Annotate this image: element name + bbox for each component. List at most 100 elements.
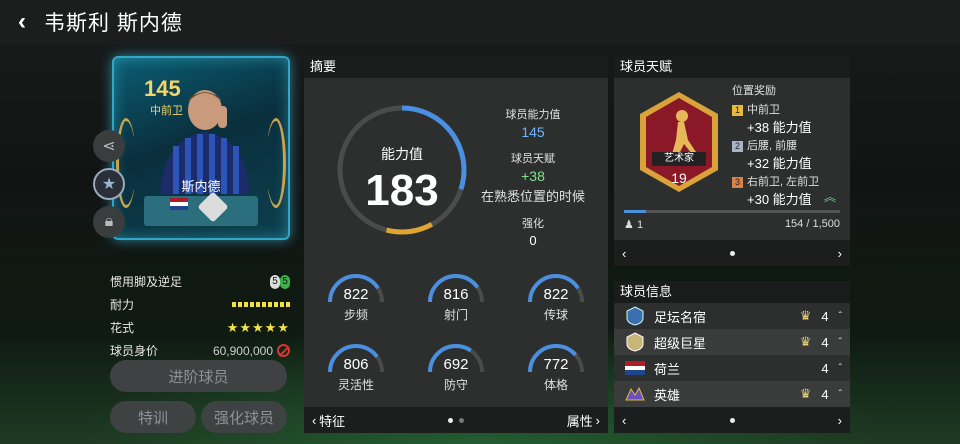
features-tab[interactable]: 特征 [319, 411, 345, 430]
stat-value: 822 [343, 286, 369, 303]
stat-label: 灵活性 [337, 378, 374, 392]
stat-label: 体格 [543, 378, 568, 392]
chevron-up-icon: ˆ [838, 388, 842, 400]
bonus-header: 位置奖励 [732, 85, 776, 97]
value-label: 球员身价 [110, 344, 159, 358]
lock-button[interactable]: 🔒︎ [93, 206, 125, 238]
talent-badge-level: 19 [671, 170, 687, 186]
info-row-count: 4 [821, 386, 829, 402]
advance-player-button[interactable]: 进阶球员 [110, 360, 287, 392]
favorite-button[interactable]: ★ [93, 168, 125, 200]
page-title: 韦斯利 斯内德 [44, 12, 183, 35]
like-count-value: 1 [636, 219, 644, 231]
stamina-bars [232, 302, 290, 307]
bonus-positions: 右前卫, 左前卫 [747, 176, 820, 188]
train-button[interactable]: 特训 [110, 401, 196, 433]
stamina-row: 耐力 [110, 293, 290, 316]
stat-gauge: 806 灵活性 [326, 340, 386, 396]
share-button[interactable]: ⋖ [93, 130, 125, 162]
stat-label: 射门 [443, 308, 468, 322]
stat-label: 防守 [443, 378, 468, 392]
prev-page-arrow[interactable]: ‹ [312, 413, 316, 428]
talent-label: 球员天赋 [511, 153, 555, 165]
enhance-value: 0 [529, 233, 537, 248]
talent-progress-text: 154 / 1,500 [784, 218, 840, 230]
enhance-label: 强化 [522, 218, 544, 230]
page-indicator [729, 417, 735, 423]
summary-panel: 摘要 能力值 183 球员能力值 145 球员天赋 +38 在熟悉位置的时候 强… [304, 56, 608, 433]
bonus-positions: 后腰, 前腰 [747, 140, 798, 152]
back-button[interactable]: ‹ [0, 0, 44, 44]
info-row-superstar[interactable]: 超级巨星 ♛ 4 ˆ [614, 329, 850, 355]
page-indicator [729, 250, 735, 256]
talent-title: 球员天赋 [614, 56, 850, 78]
card-position: 中前卫 [150, 105, 183, 117]
stat-value: 822 [543, 286, 569, 303]
info-row-label: 荷兰 [654, 361, 681, 377]
enhance-player-button[interactable]: 强化球员 [201, 401, 287, 433]
chevron-up-icon: ˆ [838, 336, 842, 348]
next-page-arrow[interactable]: › [596, 413, 600, 428]
superstar-icon [624, 331, 646, 353]
attributes-tab[interactable]: 属性 [567, 411, 593, 430]
strong-foot-value: 5 [270, 274, 280, 289]
info-row-count: 4 [821, 360, 829, 376]
skill-label: 花式 [110, 321, 135, 335]
prev-page-arrow[interactable]: ‹ [622, 413, 626, 428]
crown-icon: ♛ [799, 334, 812, 349]
stat-gauge: 816 射门 [426, 270, 486, 326]
stat-gauge: 822 步频 [326, 270, 386, 326]
info-row-label: 超级巨星 [654, 335, 707, 351]
value-row: 球员身价 60,900,000 [110, 339, 290, 362]
star-icon: ★ [101, 176, 117, 193]
foot-badge: 5 5 [270, 274, 290, 289]
foot-row: 惯用脚及逆足 5 5 [110, 270, 290, 293]
person-icon: ♟ [624, 219, 634, 231]
info-row-hero[interactable]: 英雄 ♛ 4 ˆ [614, 381, 850, 407]
summary-title: 摘要 [304, 56, 608, 78]
stat-gauge: 692 防守 [426, 340, 486, 396]
talent-note: 在熟悉位置的时候 [480, 189, 585, 204]
info-row-count: 4 [821, 334, 829, 350]
info-row-legend[interactable]: 足坛名宿 ♛ 4 ˆ [614, 303, 850, 329]
weak-foot-value: 5 [280, 274, 290, 289]
bonus-positions: 中前卫 [747, 104, 780, 116]
info-row-nation[interactable]: 荷兰 4ˆ [614, 355, 850, 381]
stat-label: 步频 [343, 308, 368, 322]
info-title: 球员信息 [614, 281, 850, 303]
info-row-count: 4 [821, 308, 829, 324]
page-indicator [447, 417, 464, 423]
player-card[interactable]: 145 中前卫 斯内德 [112, 56, 290, 240]
stat-value: 692 [443, 356, 469, 373]
lock-icon: 🔒︎ [104, 213, 114, 230]
bonus-value: +32 能力值 [747, 156, 812, 171]
bonus-value: +30 能力值 [747, 192, 812, 207]
skill-stars: ★★★★★ [226, 319, 290, 335]
next-page-arrow[interactable]: › [838, 413, 842, 428]
bonus-item: 1 中前卫 +38 能力值 [732, 104, 844, 136]
foot-label: 惯用脚及逆足 [110, 275, 183, 289]
player-info-panel: 球员信息 足坛名宿 ♛ 4 ˆ 超级巨星 ♛ 4 ˆ 荷兰 4ˆ 英雄 ♛ 4 ˆ ‹ › [614, 281, 850, 433]
legend-icon [624, 305, 646, 327]
talent-panel: 球员天赋 艺术家 19 位置奖励 1 中前卫 +38 能力值 2 后腰, 前腰 +3… [614, 56, 850, 266]
top-bar: ‹ 韦斯利 斯内德 [0, 0, 960, 44]
player-value: 60,900,000 [212, 343, 273, 358]
stat-value: 806 [343, 356, 369, 373]
like-count: ♟ 1 [624, 218, 643, 231]
chevron-up-icon: ˆ [838, 362, 842, 374]
talent-footer: ‹ › [614, 240, 850, 266]
chevron-up-icon: ˆ [838, 310, 842, 322]
info-row-label: 英雄 [654, 387, 681, 403]
netherlands-flag-icon [170, 198, 188, 210]
rank-badge: 1 [732, 105, 743, 116]
card-player-name: 斯内德 [181, 179, 221, 194]
hero-icon [624, 383, 646, 405]
summary-footer: ‹ 特征 属性 › [304, 407, 608, 433]
crown-icon: ♛ [799, 386, 812, 401]
bonus-item: 2 后腰, 前腰 +32 能力值 [732, 140, 844, 172]
player-rating-value: 145 [521, 124, 545, 140]
stamina-label: 耐力 [110, 298, 135, 312]
next-page-arrow[interactable]: › [838, 246, 842, 261]
crown-icon: ♛ [799, 308, 812, 323]
prev-page-arrow[interactable]: ‹ [622, 246, 626, 261]
